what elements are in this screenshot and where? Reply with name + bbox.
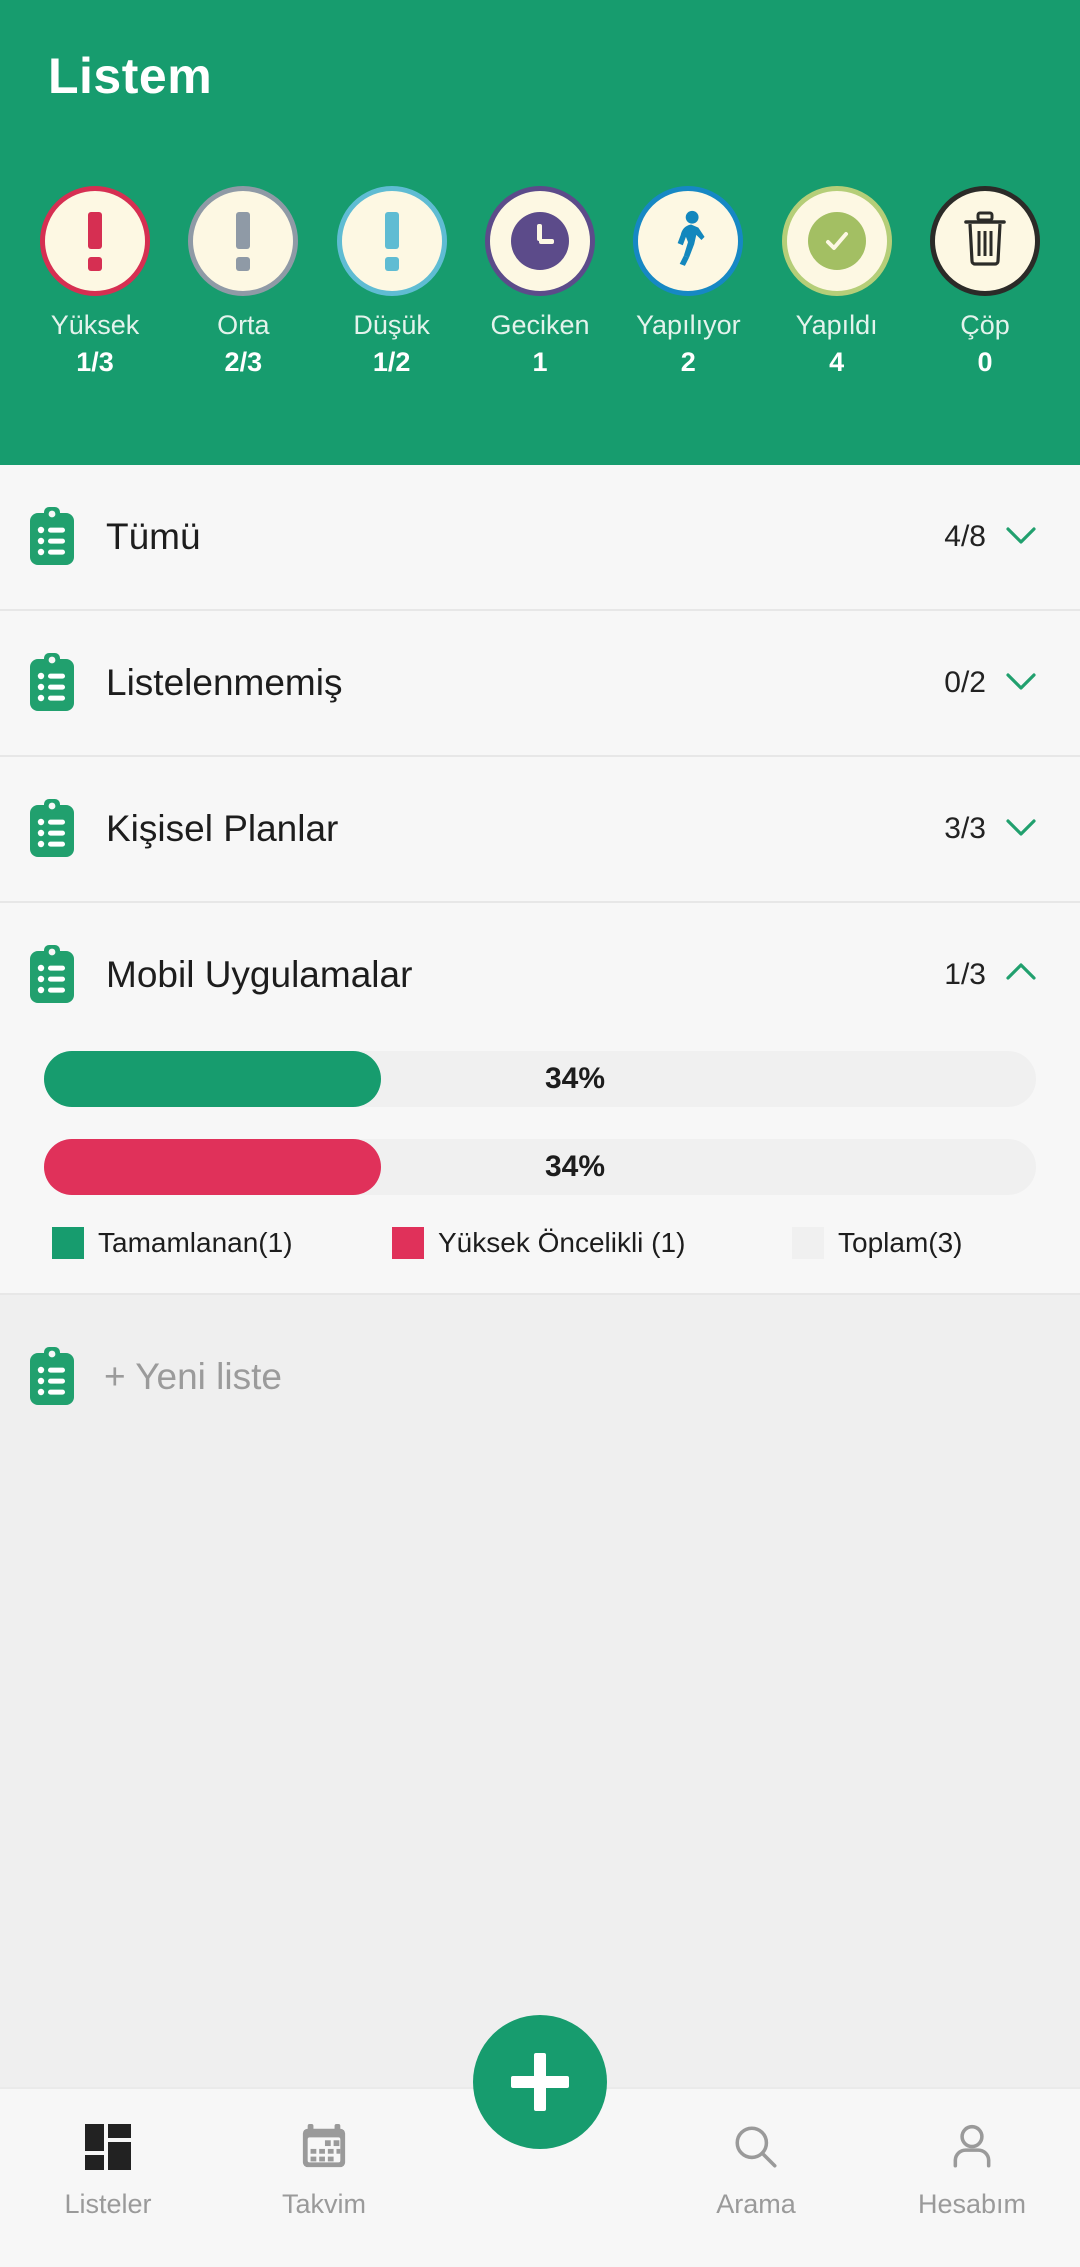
status-label: Yapılıyor <box>636 310 741 340</box>
legend-label: Toplam(3) <box>838 1227 963 1258</box>
progress-bar: 34% <box>44 1139 1036 1195</box>
status-filter-3[interactable]: Geciken 1 <box>469 186 611 378</box>
nav-item-hesabim[interactable]: Hesabım <box>864 2119 1080 2220</box>
status-label: Yüksek <box>50 310 140 340</box>
legend-item: Yüksek Öncelikli (1) <box>392 1227 792 1259</box>
status-count: 1/3 <box>76 347 114 377</box>
list-name: Listelenmemiş <box>106 662 343 703</box>
person-icon <box>947 2119 997 2175</box>
status-label: Yapıldı <box>795 310 878 340</box>
list-card: Listelenmemiş 0/2 <box>0 611 1080 757</box>
legend-label: Yüksek Öncelikli (1) <box>438 1227 686 1258</box>
clipboard-icon <box>28 945 76 1005</box>
clock-icon <box>510 212 569 270</box>
legend-swatch <box>52 1227 84 1259</box>
list-count: 0/2 <box>944 666 986 699</box>
nav-label-hesabim: Hesabım <box>917 2189 1027 2219</box>
exclamation-icon <box>236 211 251 271</box>
list-row[interactable]: Mobil Uygulamalar 1/3 <box>0 903 1080 1047</box>
status-circle[interactable] <box>188 186 299 296</box>
app-root: Listem Yüksek 1/3 Orta 2/3 Düşük 1/2 Geciken 1 Y… <box>0 0 1080 2267</box>
status-count: 1/2 <box>372 347 411 377</box>
list-detail: 34% 34% Tamamlanan(1) Yüksek Öncelikli (1) T… <box>0 1047 1080 1293</box>
exclamation-icon <box>88 211 102 271</box>
status-count: 1 <box>532 347 548 377</box>
legend: Tamamlanan(1) Yüksek Öncelikli (1) Toplam(… <box>44 1227 1036 1259</box>
nav-label-arama: Arama <box>716 2189 796 2219</box>
status-filter-5[interactable]: Yapıldı 4 <box>766 186 908 378</box>
add-button-fab[interactable] <box>473 2015 607 2149</box>
search-icon <box>731 2119 781 2175</box>
nav-label-listeler: Listeler <box>64 2189 152 2219</box>
status-count: 0 <box>977 347 993 377</box>
legend-swatch <box>392 1227 424 1259</box>
nav-label-takvim: Takvim <box>281 2189 366 2219</box>
legend-item: Toplam(3) <box>792 1227 962 1259</box>
list-name: Kişisel Planlar <box>106 808 339 849</box>
header: Listem Yüksek 1/3 Orta 2/3 Düşük 1/2 Geciken 1 Y… <box>0 0 1080 465</box>
legend-label: Tamamlanan(1) <box>98 1227 293 1258</box>
chevron-down-icon[interactable] <box>1004 518 1038 557</box>
list-card: Mobil Uygulamalar 1/3 34% 34% Tamamlanan(1) Y… <box>0 903 1080 1295</box>
status-label: Düşük <box>353 310 430 340</box>
list-name: Tümü <box>106 516 201 557</box>
list-count: 4/8 <box>944 520 986 553</box>
chevron-down-icon[interactable] <box>1004 664 1038 703</box>
list-row[interactable]: Kişisel Planlar 3/3 <box>0 757 1080 901</box>
exclamation-icon <box>384 211 399 271</box>
calendar-icon <box>300 2119 348 2175</box>
progress-percent: 34% <box>544 1150 606 1183</box>
nav-item-arama[interactable]: Arama <box>648 2119 864 2220</box>
status-circle[interactable] <box>40 186 150 296</box>
list-name: Mobil Uygulamalar <box>106 954 413 995</box>
nav-item-takvim[interactable]: Takvim <box>216 2119 432 2220</box>
status-circle[interactable] <box>781 186 892 296</box>
status-filter-row: Yüksek 1/3 Orta 2/3 Düşük 1/2 Geciken 1 Yapılıyo… <box>0 186 1080 378</box>
clipboard-icon <box>28 799 76 859</box>
status-filter-2[interactable]: Düşük 1/2 <box>321 186 463 378</box>
status-count: 2 <box>680 347 696 377</box>
status-filter-0[interactable]: Yüksek 1/3 <box>24 186 166 378</box>
status-count: 4 <box>829 347 845 377</box>
clipboard-icon <box>28 653 76 713</box>
list-card: Tümü 4/8 <box>0 465 1080 611</box>
clipboard-icon <box>28 1347 76 1407</box>
new-list-button[interactable]: + Yeni liste <box>0 1317 1080 1437</box>
nav-item-listeler[interactable]: Listeler <box>0 2119 216 2220</box>
list-row[interactable]: Tümü 4/8 <box>0 465 1080 609</box>
legend-item: Tamamlanan(1) <box>52 1227 392 1259</box>
chevron-down-icon[interactable] <box>1004 810 1038 849</box>
plus-icon-bar <box>511 2076 569 2088</box>
status-circle[interactable] <box>633 186 744 296</box>
chevron-up-icon[interactable] <box>1004 956 1038 995</box>
list-count: 3/3 <box>944 812 986 845</box>
status-filter-1[interactable]: Orta 2/3 <box>172 186 314 378</box>
legend-swatch <box>792 1227 824 1259</box>
walking-icon <box>667 210 709 273</box>
list-card: Kişisel Planlar 3/3 <box>0 757 1080 903</box>
list-count: 1/3 <box>944 958 986 991</box>
status-circle[interactable] <box>484 186 595 296</box>
status-circle[interactable] <box>336 186 447 296</box>
status-label: Geciken <box>490 310 590 340</box>
status-label: Çöp <box>960 310 1010 340</box>
lists-container: Tümü 4/8 Listelenmemiş 0/2 Kişisel Planlar 3/… <box>0 465 1080 1295</box>
status-count: 2/3 <box>224 347 263 377</box>
new-list-label: + Yeni liste <box>104 1356 282 1397</box>
status-filter-6[interactable]: Çöp 0 <box>914 186 1056 378</box>
list-row[interactable]: Listelenmemiş 0/2 <box>0 611 1080 755</box>
trash-icon <box>961 211 1009 272</box>
status-circle[interactable] <box>929 186 1040 296</box>
status-filter-4[interactable]: Yapılıyor 2 <box>617 186 759 378</box>
progress-bar: 34% <box>44 1051 1036 1107</box>
dashboard-grid-icon <box>85 2119 131 2175</box>
page-title: Listem <box>48 48 213 104</box>
check-icon <box>807 212 866 270</box>
progress-percent: 34% <box>544 1062 606 1095</box>
status-label: Orta <box>217 310 270 340</box>
clipboard-icon <box>28 507 76 567</box>
